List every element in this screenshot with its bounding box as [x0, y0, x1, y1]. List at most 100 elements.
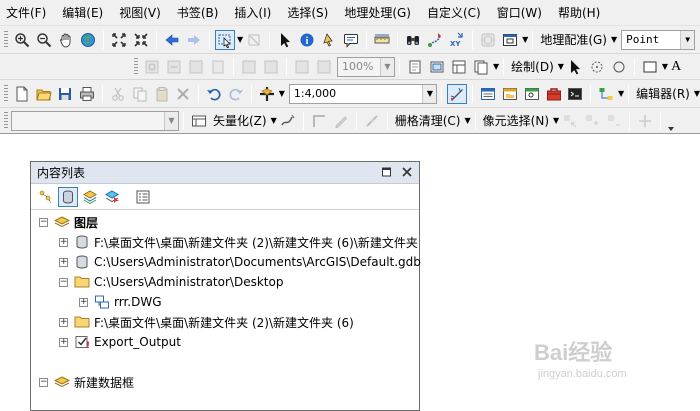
raster-cleanup-menu[interactable]: 栅格清理(C): [395, 112, 461, 129]
save-icon[interactable]: [56, 84, 76, 104]
fixed-zoom-in-icon[interactable]: [109, 30, 129, 50]
tree-node-export-output[interactable]: + ! Export_Output: [59, 332, 181, 352]
clear-selection-icon[interactable]: [244, 30, 264, 50]
open-folder-icon[interactable]: [34, 84, 54, 104]
cell-selection-menu[interactable]: 像元选择(N): [483, 112, 549, 129]
georeferencing-dropdown-arrow[interactable]: ▼: [611, 35, 617, 44]
pan-hand-icon[interactable]: [56, 30, 76, 50]
zoom-percent-select[interactable]: 100% ▼: [337, 56, 395, 77]
editor-toolbar-icon[interactable]: [447, 83, 468, 104]
find-connected-cells-icon[interactable]: [604, 111, 624, 131]
change-layout-icon[interactable]: [449, 57, 469, 77]
point-layer-select[interactable]: Point ▼: [621, 29, 696, 50]
select-connected-cells-icon[interactable]: [560, 111, 580, 131]
zoom-in-icon[interactable]: [12, 30, 32, 50]
go-forward-extent-icon[interactable]: [314, 57, 334, 77]
find-route-icon[interactable]: [425, 30, 445, 50]
tree-node-source-4[interactable]: + F:\桌面文件\桌面\新建文件夹 (2)\新建文件夹 (6): [59, 312, 354, 332]
tree-node-source-1[interactable]: + F:\桌面文件\桌面\新建文件夹 (2)\新建文件夹 (6)\新建文件夹: [59, 232, 418, 252]
layout-zoom-in-icon[interactable]: [142, 57, 162, 77]
raster-cleanup-tool-icon[interactable]: [362, 111, 382, 131]
go-to-xy-icon[interactable]: XY: [447, 30, 467, 50]
menu-insert[interactable]: 插入(I): [234, 4, 271, 21]
list-by-visibility-icon[interactable]: [80, 187, 100, 207]
vectorization-menu[interactable]: 矢量化(Z): [213, 112, 267, 129]
collapse-toggle[interactable]: −: [39, 377, 48, 387]
snap-corner-icon[interactable]: [309, 111, 329, 131]
search-window-icon[interactable]: [522, 84, 542, 104]
list-by-selection-icon[interactable]: [102, 187, 122, 207]
pencil-icon[interactable]: [331, 111, 351, 131]
rotate-icon[interactable]: [587, 57, 607, 77]
go-back-extent-icon[interactable]: [292, 57, 312, 77]
arctoolbox-icon[interactable]: [544, 84, 564, 104]
map-scale-select[interactable]: 1:4,000 ▼: [288, 83, 438, 104]
fixed-zoom-out-layout-icon[interactable]: [261, 57, 281, 77]
cut-icon[interactable]: [108, 84, 128, 104]
rectangle-draw-icon[interactable]: [640, 57, 660, 77]
vectorization-dropdown-arrow[interactable]: ▼: [271, 116, 277, 125]
list-by-drawing-order-icon[interactable]: [36, 187, 56, 207]
chevron-down-icon[interactable]: ▼: [422, 84, 437, 103]
forward-arrow-icon[interactable]: [184, 30, 204, 50]
catalog-window-icon[interactable]: [500, 84, 520, 104]
select-elements-arrow-icon[interactable]: [275, 30, 295, 50]
menu-help[interactable]: 帮助(H): [558, 4, 600, 21]
cell-cross-icon[interactable]: [635, 111, 655, 131]
layout-pan-icon[interactable]: [186, 57, 206, 77]
menu-bookmarks[interactable]: 书签(B): [177, 4, 219, 21]
data-driven-pages-icon[interactable]: [471, 57, 491, 77]
table-of-contents-icon[interactable]: [478, 84, 498, 104]
create-viewer-window-icon[interactable]: [500, 30, 520, 50]
menu-file[interactable]: 文件(F): [6, 4, 46, 21]
zoom-whole-page-icon[interactable]: [208, 57, 228, 77]
tree-node-layer-rrr[interactable]: + rrr.DWG: [79, 292, 162, 312]
collapse-toggle[interactable]: −: [39, 217, 48, 227]
close-icon[interactable]: [401, 165, 413, 182]
python-window-icon[interactable]: [565, 84, 585, 104]
chevron-down-icon[interactable]: ▼: [380, 57, 394, 76]
expand-toggle[interactable]: +: [79, 297, 88, 307]
toggle-draft-mode-icon[interactable]: [405, 57, 425, 77]
full-extent-globe-icon[interactable]: [78, 30, 98, 50]
toolbar-grip[interactable]: [4, 30, 8, 49]
tree-node-new-data-frame[interactable]: − 新建数据框: [39, 372, 134, 392]
undo-icon[interactable]: [204, 84, 224, 104]
draw-menu[interactable]: 绘制(D): [511, 58, 554, 75]
menu-geoprocessing[interactable]: 地理处理(G): [344, 4, 411, 21]
time-slider-icon[interactable]: [478, 30, 498, 50]
toc-options-icon[interactable]: [133, 187, 153, 207]
add-data-dropdown-arrow[interactable]: ▼: [279, 89, 285, 98]
menu-selection[interactable]: 选择(S): [287, 4, 328, 21]
chevron-down-icon[interactable]: ▼: [164, 111, 178, 130]
menu-edit[interactable]: 编辑(E): [62, 4, 103, 21]
zoom-out-icon[interactable]: [34, 30, 54, 50]
hyperlink-icon[interactable]: [319, 30, 339, 50]
tree-node-source-2[interactable]: + C:\Users\Administrator\Documents\ArcGI…: [59, 252, 421, 272]
delete-icon[interactable]: [174, 84, 194, 104]
editor-menu[interactable]: 编辑器(R): [636, 85, 690, 102]
raster-layer-select[interactable]: ▼: [11, 110, 179, 131]
expand-toggle[interactable]: +: [59, 317, 68, 327]
text-tool-icon[interactable]: A: [671, 59, 681, 75]
list-by-source-icon[interactable]: [58, 186, 78, 207]
toolbar-options-arrow[interactable]: [667, 111, 675, 131]
raster-cleanup-dropdown-arrow[interactable]: ▼: [465, 116, 471, 125]
vectorization-settings-icon[interactable]: [189, 111, 209, 131]
select-features-icon[interactable]: [215, 29, 235, 50]
expand-toggle[interactable]: +: [59, 237, 68, 247]
zoom-to-selected-icon[interactable]: [609, 57, 629, 77]
viewer-dropdown-arrow[interactable]: ▼: [522, 35, 528, 44]
new-document-icon[interactable]: [12, 84, 32, 104]
find-binoculars-icon[interactable]: [403, 30, 423, 50]
toolbar-grip[interactable]: [4, 84, 8, 103]
interactive-select-icon[interactable]: [582, 111, 602, 131]
toolbar-grip[interactable]: [4, 111, 8, 130]
identify-icon[interactable]: i: [297, 30, 317, 50]
back-arrow-icon[interactable]: [162, 30, 182, 50]
menu-view[interactable]: 视图(V): [119, 4, 161, 21]
html-popup-icon[interactable]: [341, 30, 361, 50]
add-data-icon[interactable]: [257, 84, 277, 104]
menu-windows[interactable]: 窗口(W): [497, 4, 542, 21]
draw-dropdown-arrow[interactable]: ▼: [558, 62, 564, 71]
